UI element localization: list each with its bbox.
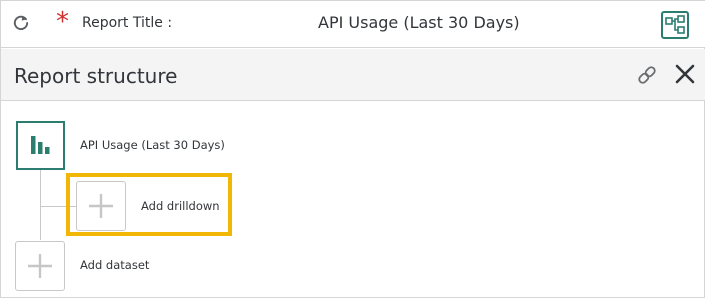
report-structure-header: Report structure	[1, 49, 705, 101]
bar-chart-icon	[31, 136, 50, 154]
report-title-bar: * Report Title : API Usage (Last 30 Days…	[1, 1, 705, 48]
add-drilldown-button[interactable]	[76, 181, 126, 231]
link-icon[interactable]	[636, 64, 658, 86]
panel-title: Report structure	[14, 64, 178, 88]
refresh-icon[interactable]	[11, 13, 31, 33]
add-drilldown-label: Add drilldown	[141, 199, 220, 213]
report-editor-window: * Report Title : API Usage (Last 30 Days…	[0, 0, 705, 298]
report-node[interactable]	[16, 121, 65, 170]
report-title-value[interactable]: API Usage (Last 30 Days)	[318, 13, 520, 32]
add-dataset-label: Add dataset	[80, 258, 150, 272]
required-indicator: *	[56, 7, 69, 37]
report-structure-button[interactable]	[661, 11, 689, 39]
close-icon[interactable]	[674, 63, 696, 85]
hierarchy-icon	[665, 15, 685, 34]
report-node-label: API Usage (Last 30 Days)	[80, 138, 225, 152]
report-title-label: Report Title :	[82, 15, 173, 31]
plus-icon	[89, 194, 113, 218]
plus-icon	[28, 254, 52, 278]
tree-connector-vertical	[40, 170, 41, 240]
add-dataset-button[interactable]	[15, 241, 65, 291]
